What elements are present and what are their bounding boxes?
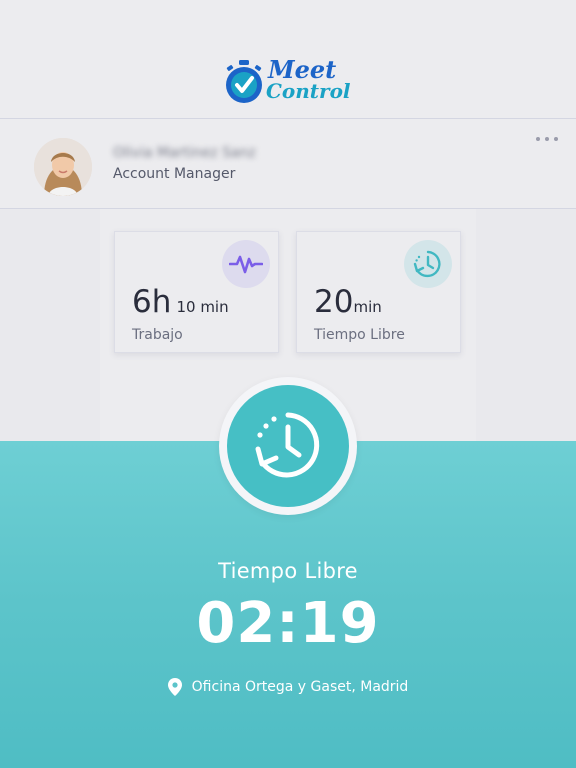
background-panel-right (476, 209, 576, 441)
free-time-label: Tiempo Libre (314, 327, 405, 343)
timer-display: 02:19 (196, 591, 380, 656)
avatar[interactable] (34, 138, 92, 196)
logo-word-control: Control (266, 79, 351, 103)
app-logo: Meet Control (222, 55, 356, 111)
location-text: Oficina Ortega y Gaset, Madrid (191, 679, 409, 695)
user-photo-icon (34, 138, 92, 196)
free-time-value: 20min (314, 284, 382, 320)
stat-card-free-time[interactable]: 20min Tiempo Libre (296, 231, 461, 353)
user-profile-row: Olivia Martinez Sanz Account Manager (0, 118, 576, 209)
clock-rewind-icon (255, 412, 320, 478)
location-row: Oficina Ortega y Gaset, Madrid (0, 678, 576, 696)
stat-card-work[interactable]: 6h 10 min Trabajo (114, 231, 279, 353)
app-header: Meet Control (0, 0, 576, 118)
work-time-value: 6h 10 min (132, 284, 229, 320)
more-horizontal-icon (536, 137, 540, 141)
work-time-label: Trabajo (132, 327, 183, 343)
stopwatch-logo-icon (226, 60, 262, 103)
status-clock-button[interactable] (219, 377, 357, 515)
user-name: Olivia Martinez Sanz (113, 145, 256, 161)
status-label: Tiempo Libre (218, 559, 358, 583)
more-options-button[interactable] (536, 131, 558, 147)
location-pin-icon (167, 678, 182, 696)
activity-pulse-icon (222, 240, 270, 288)
clock-rewind-icon (404, 240, 452, 288)
background-panel-left (0, 209, 100, 441)
user-role: Account Manager (113, 166, 236, 182)
